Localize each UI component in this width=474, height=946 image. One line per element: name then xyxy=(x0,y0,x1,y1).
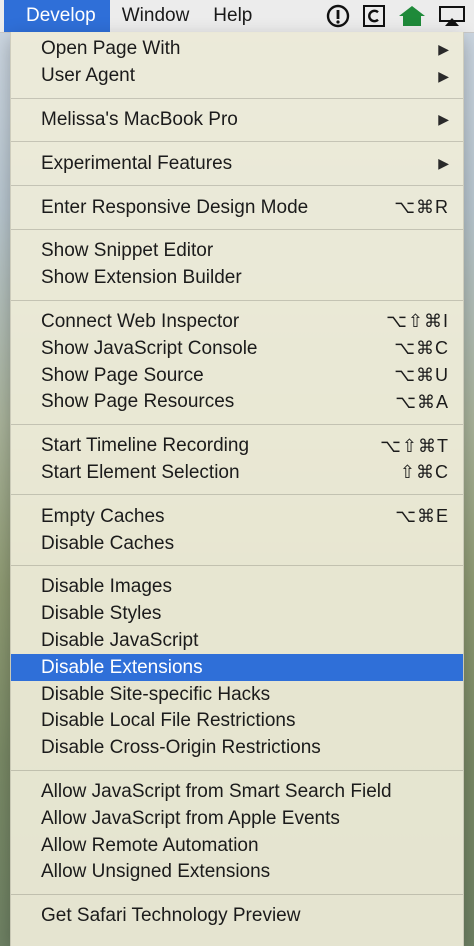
menu-item-label: Connect Web Inspector xyxy=(41,310,240,332)
menu-separator xyxy=(11,423,463,425)
menu-item-allow-javascript-from-apple-events[interactable]: Allow JavaScript from Apple Events xyxy=(11,805,463,832)
menu-item-label: Disable Images xyxy=(41,576,172,598)
menu-item-disable-extensions[interactable]: Disable Extensions xyxy=(11,654,463,682)
menu-item-label: Get Safari Technology Preview xyxy=(41,905,301,927)
menu-separator xyxy=(11,299,463,301)
menu-group: Enter Responsive Design Mode ⌥⌘R xyxy=(11,194,463,221)
menu-item-label: Experimental Features xyxy=(41,152,233,174)
menu-separator xyxy=(11,494,463,496)
menu-item-disable-styles[interactable]: Disable Styles xyxy=(11,601,463,628)
menu-item-shortcut: ⇧⌘C xyxy=(399,462,449,483)
menu-item-shortcut: ⌥⌘E xyxy=(395,506,449,527)
menu-group: Start Timeline Recording ⌥⇧⌘T Start Elemen… xyxy=(11,433,463,487)
menu-group: Experimental Features ▶ xyxy=(11,150,463,177)
menu-group: Allow JavaScript from Smart Search Field… xyxy=(11,779,463,886)
menu-item-label: Enter Responsive Design Mode xyxy=(41,196,309,218)
menu-item-user-agent[interactable]: User Agent ▶ xyxy=(11,63,463,90)
airplay-icon[interactable] xyxy=(438,4,466,28)
menu-item-shortcut: ⌥⌘A xyxy=(395,391,449,412)
menu-item-experimental-features[interactable]: Experimental Features ▶ xyxy=(11,150,463,177)
menu-group: Connect Web Inspector ⌥⇧⌘I Show JavaScript… xyxy=(11,309,463,416)
menu-item-show-extension-builder[interactable]: Show Extension Builder xyxy=(11,265,463,292)
menu-item-label: Show JavaScript Console xyxy=(41,337,258,359)
submenu-arrow-icon: ▶ xyxy=(438,155,449,172)
menu-item-show-page-source[interactable]: Show Page Source ⌥⌘U xyxy=(11,362,463,389)
menu-item-get-safari-technology-preview[interactable]: Get Safari Technology Preview xyxy=(11,903,463,930)
menu-item-label: Allow JavaScript from Apple Events xyxy=(41,807,340,829)
menu-item-connect-web-inspector[interactable]: Connect Web Inspector ⌥⇧⌘I xyxy=(11,309,463,336)
menu-item-disable-javascript[interactable]: Disable JavaScript xyxy=(11,628,463,655)
menu-item-enter-responsive-design-mode[interactable]: Enter Responsive Design Mode ⌥⌘R xyxy=(11,194,463,221)
menu-item-allow-unsigned-extensions[interactable]: Allow Unsigned Extensions xyxy=(11,859,463,886)
menu-group: Empty Caches ⌥⌘E Disable Caches xyxy=(11,503,463,557)
menubar-help[interactable]: Help xyxy=(201,0,264,32)
menubar-status-icons xyxy=(326,4,474,28)
menu-item-empty-caches[interactable]: Empty Caches ⌥⌘E xyxy=(11,503,463,530)
menu-item-disable-images[interactable]: Disable Images xyxy=(11,574,463,601)
menu-item-label: Start Timeline Recording xyxy=(41,435,250,457)
menu-separator xyxy=(11,228,463,230)
menu-item-allow-remote-automation[interactable]: Allow Remote Automation xyxy=(11,832,463,859)
submenu-arrow-icon: ▶ xyxy=(438,67,449,84)
menu-separator xyxy=(11,564,463,566)
menu-separator xyxy=(11,769,463,771)
menu-item-label: Allow Unsigned Extensions xyxy=(41,861,271,883)
menu-item-allow-javascript-from-smart-search-field[interactable]: Allow JavaScript from Smart Search Field xyxy=(11,779,463,806)
menu-item-label: Melissa's MacBook Pro xyxy=(41,108,238,130)
menubar-develop[interactable]: Develop xyxy=(4,0,110,32)
menu-item-label: Disable Extensions xyxy=(41,656,203,678)
menu-item-shortcut: ⌥⌘U xyxy=(394,365,449,386)
menu-item-label: Disable JavaScript xyxy=(41,629,199,651)
menu-item-label: Show Extension Builder xyxy=(41,267,242,289)
menu-item-label: Disable Cross-Origin Restrictions xyxy=(41,737,321,759)
menu-item-start-element-selection[interactable]: Start Element Selection ⇧⌘C xyxy=(11,460,463,487)
menu-item-label: Allow JavaScript from Smart Search Field xyxy=(41,780,392,802)
develop-menu: Open Page With ▶ User Agent ▶ Melissa's MacB… xyxy=(10,32,464,946)
menu-item-disable-local-file-restrictions[interactable]: Disable Local File Restrictions xyxy=(11,708,463,735)
menu-item-label: Show Page Resources xyxy=(41,391,235,413)
menu-item-label: Disable Site-specific Hacks xyxy=(41,683,271,705)
submenu-arrow-icon: ▶ xyxy=(438,40,449,57)
menu-item-label: Allow Remote Automation xyxy=(41,834,259,856)
menu-item-shortcut: ⌥⌘C xyxy=(394,338,449,359)
menu-item-show-javascript-console[interactable]: Show JavaScript Console ⌥⌘C xyxy=(11,335,463,362)
menu-item-label: Empty Caches xyxy=(41,505,165,527)
menu-item-label: Show Page Source xyxy=(41,364,204,386)
menu-item-melissa-s-macbook-pro[interactable]: Melissa's MacBook Pro ▶ xyxy=(11,107,463,134)
menu-item-disable-cross-origin-restrictions[interactable]: Disable Cross-Origin Restrictions xyxy=(11,735,463,762)
menu-separator xyxy=(11,185,463,187)
home-icon[interactable] xyxy=(398,4,426,28)
menu-item-label: Disable Local File Restrictions xyxy=(41,710,296,732)
menu-bar: Develop Window Help xyxy=(0,0,474,33)
menu-item-label: Start Element Selection xyxy=(41,461,240,483)
menu-item-start-timeline-recording[interactable]: Start Timeline Recording ⌥⇧⌘T xyxy=(11,433,463,460)
menu-item-show-page-resources[interactable]: Show Page Resources ⌥⌘A xyxy=(11,389,463,416)
menu-group: Disable Images Disable Styles Disable Java… xyxy=(11,574,463,762)
submenu-arrow-icon: ▶ xyxy=(438,111,449,128)
menu-item-label: Disable Caches xyxy=(41,532,175,554)
menu-item-disable-caches[interactable]: Disable Caches xyxy=(11,530,463,557)
menu-item-shortcut: ⌥⌘R xyxy=(394,197,449,218)
menu-item-open-page-with[interactable]: Open Page With ▶ xyxy=(11,36,463,63)
menu-separator xyxy=(11,893,463,895)
menu-item-label: User Agent xyxy=(41,65,135,87)
menu-item-show-snippet-editor[interactable]: Show Snippet Editor xyxy=(11,238,463,265)
menu-separator xyxy=(11,141,463,143)
menu-item-label: Disable Styles xyxy=(41,603,162,625)
menu-separator xyxy=(11,97,463,99)
c-box-icon[interactable] xyxy=(362,4,386,28)
menu-item-label: Open Page With xyxy=(41,38,181,60)
menu-group: Show Snippet Editor Show Extension Builde… xyxy=(11,238,463,292)
menu-group: Melissa's MacBook Pro ▶ xyxy=(11,107,463,134)
menu-group: Open Page With ▶ User Agent ▶ xyxy=(11,36,463,90)
menu-group: Get Safari Technology Preview xyxy=(11,903,463,930)
menubar-window[interactable]: Window xyxy=(110,0,202,32)
menu-item-shortcut: ⌥⇧⌘I xyxy=(386,311,449,332)
info-circle-icon[interactable] xyxy=(326,4,350,28)
menu-item-disable-site-specific-hacks[interactable]: Disable Site-specific Hacks xyxy=(11,681,463,708)
menu-item-shortcut: ⌥⇧⌘T xyxy=(380,435,449,456)
menu-item-label: Show Snippet Editor xyxy=(41,240,214,262)
